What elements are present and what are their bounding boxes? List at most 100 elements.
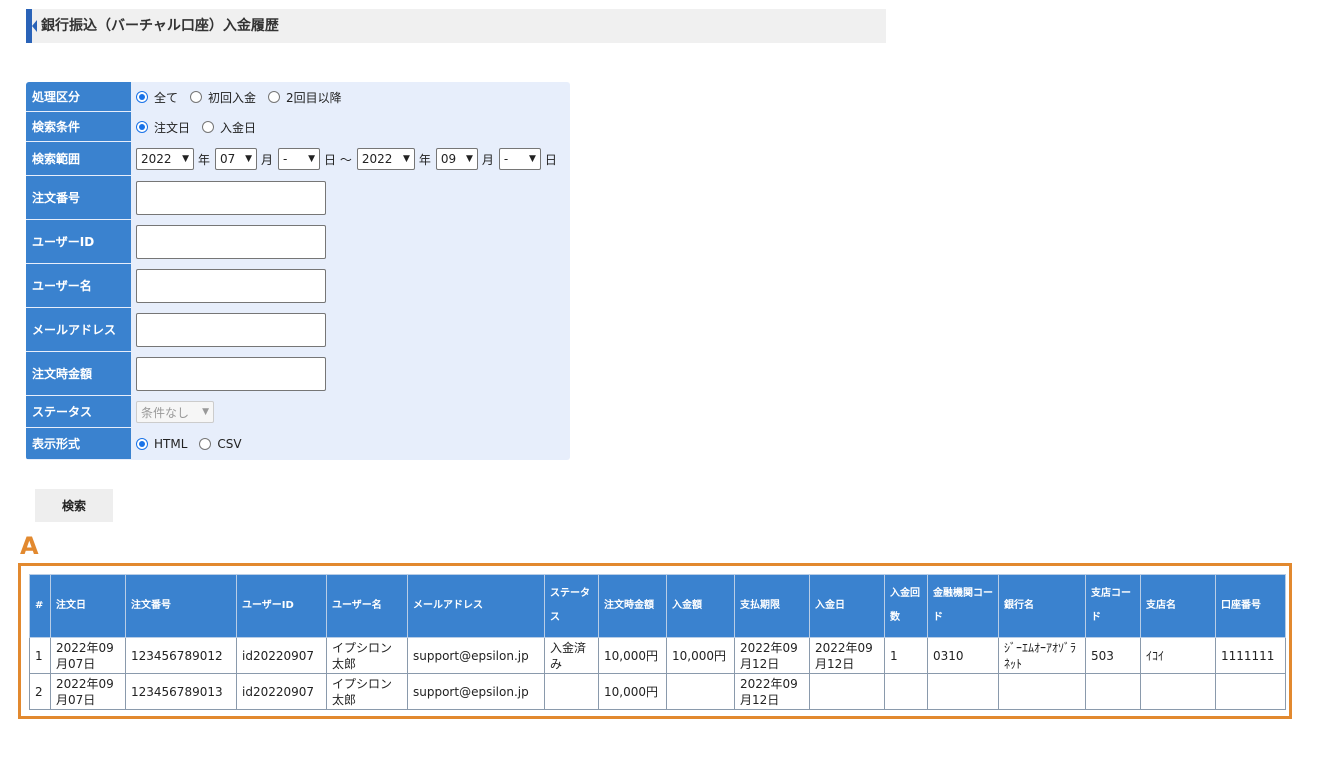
- process-option-first[interactable]: 初回入金: [190, 89, 256, 106]
- table-cell: 10,000円: [598, 673, 667, 710]
- table-cell: ｼﾞｰｴﾑｵｰｱｵｿﾞﾗﾈｯﾄ: [998, 637, 1086, 674]
- radio-icon[interactable]: [199, 438, 212, 450]
- chevron-down-icon: ▼: [465, 154, 473, 164]
- row-order-number: 注文番号: [26, 176, 570, 220]
- table-cell: support@epsilon.jp: [407, 673, 545, 710]
- radio-icon[interactable]: [190, 91, 203, 103]
- radio-icon[interactable]: [268, 91, 281, 103]
- table-cell: [998, 673, 1086, 710]
- order-amount-input[interactable]: [136, 357, 326, 391]
- to-month-select[interactable]: 09 ▼: [435, 148, 478, 170]
- table-cell: イプシロン太郎: [326, 673, 408, 710]
- results-table: # 注文日 注文番号 ユーザーID ユーザー名 メールアドレス ステータス 注文…: [29, 574, 1286, 710]
- condition-option-order-date[interactable]: 注文日: [136, 119, 190, 136]
- table-cell: [666, 673, 735, 710]
- to-year-select[interactable]: 2022 ▼: [356, 148, 415, 170]
- col-header: ユーザー名: [326, 574, 408, 638]
- to-day-select[interactable]: - ▼: [498, 148, 541, 170]
- user-id-label: ユーザーID: [26, 220, 131, 263]
- chevron-down-icon: ▼: [402, 154, 410, 164]
- page-header: 銀行振込（バーチャル口座）入金履歴: [26, 9, 886, 43]
- table-cell: 1: [884, 637, 928, 674]
- row-search-condition: 検索条件 注文日 入金日: [26, 112, 570, 142]
- table-cell: id20220907: [236, 637, 327, 674]
- table-cell: 10,000円: [598, 637, 667, 674]
- search-range-label: 検索範囲: [26, 142, 131, 175]
- table-cell: 2: [29, 673, 51, 710]
- search-form: 処理区分 全て 初回入金 2回目以降 検索条件 注文日 入金日 検索範囲 202…: [26, 82, 570, 460]
- condition-option-payment-date[interactable]: 入金日: [202, 119, 256, 136]
- order-number-label: 注文番号: [26, 176, 131, 219]
- table-cell: 1111111: [1215, 637, 1286, 674]
- row-display-format: 表示形式 HTML CSV: [26, 428, 570, 460]
- table-cell: 1: [29, 637, 51, 674]
- from-day-select[interactable]: - ▼: [278, 148, 321, 170]
- table-cell: イプシロン太郎: [326, 637, 408, 674]
- table-header-row: # 注文日 注文番号 ユーザーID ユーザー名 メールアドレス ステータス 注文…: [29, 574, 1286, 638]
- order-number-input[interactable]: [136, 181, 326, 215]
- col-header: メールアドレス: [407, 574, 545, 638]
- search-condition-label: 検索条件: [26, 112, 131, 141]
- from-year-select[interactable]: 2022 ▼: [136, 148, 194, 170]
- table-cell: 2022年09月12日: [809, 637, 885, 674]
- table-cell: 123456789012: [125, 637, 237, 674]
- table-cell: 2022年09月07日: [50, 637, 126, 674]
- col-header: 入金日: [809, 574, 885, 638]
- process-type-label: 処理区分: [26, 82, 131, 111]
- table-cell: [927, 673, 999, 710]
- col-header: 注文日: [50, 574, 126, 638]
- table-cell: ｲｺｲ: [1140, 637, 1216, 674]
- col-header: 注文時金額: [598, 574, 667, 638]
- chevron-down-icon: ▼: [308, 154, 316, 164]
- table-cell: id20220907: [236, 673, 327, 710]
- table-cell: 503: [1085, 637, 1141, 674]
- col-header: 入金額: [666, 574, 735, 638]
- row-email: メールアドレス: [26, 308, 570, 352]
- radio-icon[interactable]: [136, 438, 148, 450]
- user-name-input[interactable]: [136, 269, 326, 303]
- section-label: A: [20, 532, 39, 560]
- process-option-second[interactable]: 2回目以降: [268, 89, 342, 106]
- from-month-select[interactable]: 07 ▼: [215, 148, 258, 170]
- row-user-id: ユーザーID: [26, 220, 570, 264]
- table-cell: [1140, 673, 1216, 710]
- table-cell: support@epsilon.jp: [407, 637, 545, 674]
- row-user-name: ユーザー名: [26, 264, 570, 308]
- format-option-html[interactable]: HTML: [136, 437, 187, 451]
- results-highlight-box: # 注文日 注文番号 ユーザーID ユーザー名 メールアドレス ステータス 注文…: [18, 563, 1292, 719]
- chevron-down-icon: ▼: [245, 154, 253, 164]
- col-header: 支払期限: [734, 574, 810, 638]
- chevron-down-icon: ▼: [202, 407, 209, 417]
- col-header: 注文番号: [125, 574, 237, 638]
- table-row: 2 2022年09月07日 123456789013 id20220907 イプ…: [29, 673, 1286, 710]
- col-header: 支店コード: [1085, 574, 1141, 638]
- table-cell: 入金済み: [544, 637, 599, 674]
- radio-icon[interactable]: [202, 121, 215, 133]
- col-header: 口座番号: [1215, 574, 1286, 638]
- order-amount-label: 注文時金額: [26, 352, 131, 395]
- table-cell: [884, 673, 928, 710]
- row-search-range: 検索範囲 2022 ▼ 年 07 ▼ 月 - ▼ 日 ～ 2022 ▼ 年 09 ▼ 月 …: [26, 142, 570, 176]
- col-header: ユーザーID: [236, 574, 327, 638]
- user-name-label: ユーザー名: [26, 264, 131, 307]
- chevron-down-icon: ▼: [528, 154, 536, 164]
- table-cell: [1215, 673, 1286, 710]
- email-label: メールアドレス: [26, 308, 131, 351]
- table-cell: [544, 673, 599, 710]
- table-cell: 10,000円: [666, 637, 735, 674]
- process-option-all[interactable]: 全て: [136, 89, 178, 106]
- radio-icon[interactable]: [136, 121, 148, 133]
- col-header: 入金回数: [884, 574, 928, 638]
- format-option-csv[interactable]: CSV: [199, 437, 242, 451]
- radio-icon[interactable]: [136, 91, 148, 103]
- table-cell: 2022年09月12日: [734, 673, 810, 710]
- table-row: 1 2022年09月07日 123456789012 id20220907 イプ…: [29, 637, 1286, 674]
- search-button[interactable]: 検索: [35, 489, 113, 522]
- user-id-input[interactable]: [136, 225, 326, 259]
- col-header: 金融機関コード: [927, 574, 999, 638]
- status-label: ステータス: [26, 396, 131, 427]
- header-chevron-icon: [32, 20, 37, 32]
- table-cell: 123456789013: [125, 673, 237, 710]
- email-input[interactable]: [136, 313, 326, 347]
- display-format-label: 表示形式: [26, 428, 131, 459]
